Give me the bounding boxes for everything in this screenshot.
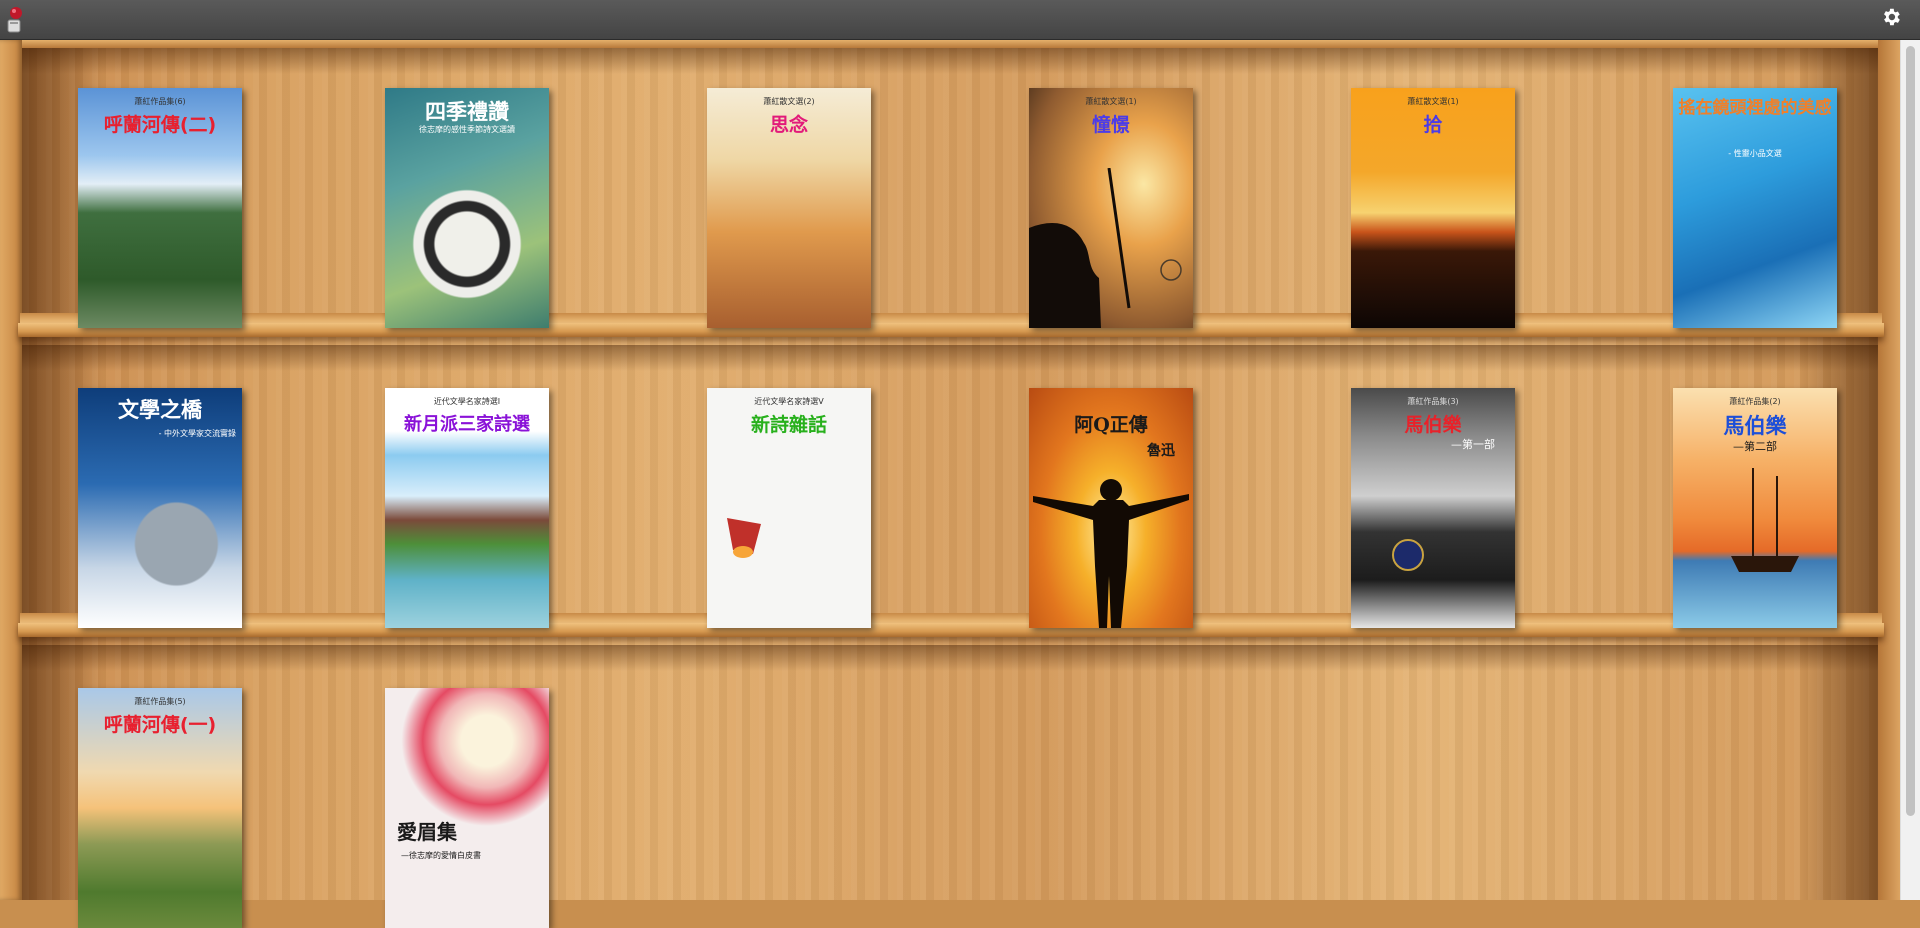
bookshelf — [0, 40, 1900, 900]
book-cover[interactable]: 文學之橋 - 中外文學家交流實錄 — [78, 388, 242, 628]
book-cover[interactable]: 蕭紅散文選(2) 思念 — [707, 88, 871, 328]
book-series: 近代文學名家詩選V — [754, 397, 824, 406]
book-subtitle: —徐志摩的愛情白皮書 — [401, 851, 481, 860]
app-logo-icon[interactable] — [4, 4, 26, 34]
silhouette-illustration — [1029, 168, 1182, 328]
book-title: 阿Q正傳 — [1074, 414, 1148, 436]
man-silhouette-illustration — [1033, 479, 1189, 628]
book-cover[interactable]: 四季禮讚 徐志摩的感性季節詩文選讀 — [385, 88, 549, 328]
shelf-plank — [18, 313, 1884, 337]
book-cover[interactable]: 近代文學名家詩選I 新月派三家詩選 — [385, 388, 549, 628]
book-cover[interactable]: 阿Q正傳 魯迅 — [1029, 388, 1193, 628]
book-subtitle: - 中外文學家交流實錄 — [158, 429, 236, 438]
book-cover[interactable]: 搖在鏡頭裡處的美感 - 性靈小品文選 — [1673, 88, 1837, 328]
book-title: 呼蘭河傳(一) — [103, 714, 217, 736]
book-title: 愛眉集 — [397, 820, 457, 844]
book-title: 新詩雜話 — [750, 414, 827, 436]
book-title: 馬伯樂 — [1404, 414, 1462, 436]
shelf-frame-left — [0, 40, 22, 900]
book-title: 四季禮讚 — [425, 100, 509, 124]
book-cover[interactable]: 近代文學名家詩選V 新詩雜話 — [707, 388, 871, 628]
book-subtitle: 徐志摩的感性季節詩文選讀 — [419, 125, 515, 134]
shelf-frame-right — [1878, 40, 1900, 900]
book-title: 新月派三家詩選 — [404, 414, 530, 435]
vertical-scrollbar[interactable] — [1900, 40, 1920, 900]
book-series: 蕭紅作品集(2) — [1729, 397, 1781, 406]
book-title: 拾 — [1423, 114, 1443, 136]
book-title: 憧憬 — [1091, 114, 1130, 136]
book-series: 蕭紅作品集(3) — [1407, 397, 1459, 406]
book-cover[interactable]: 蕭紅作品集(6) 呼蘭河傳(二) — [78, 88, 242, 328]
sailboat-illustration — [1731, 468, 1799, 572]
shelf-frame-top — [0, 40, 1900, 48]
book-cover[interactable]: 愛眉集 —徐志摩的愛情白皮書 — [385, 688, 549, 928]
train-headlight-illustration — [1392, 539, 1424, 571]
book-series: 蕭紅作品集(5) — [134, 697, 186, 706]
sky-lantern-illustration — [727, 518, 761, 558]
book-title: 馬伯樂 — [1723, 414, 1787, 438]
book-subtitle: - 性靈小品文選 — [1728, 149, 1782, 158]
book-title: 搖在鏡頭裡處的美感 — [1678, 98, 1832, 118]
book-title: 呼蘭河傳(二) — [103, 114, 217, 136]
top-toolbar — [0, 0, 1920, 40]
gear-icon[interactable] — [1880, 6, 1902, 28]
book-subtitle: —第二部 — [1733, 440, 1777, 453]
shelf-plank — [18, 613, 1884, 637]
book-series: 蕭紅散文選(2) — [763, 97, 815, 106]
scrollbar-thumb[interactable] — [1906, 46, 1915, 816]
book-series: 蕭紅作品集(6) — [134, 97, 186, 106]
book-series: 蕭紅散文選(1) — [1407, 97, 1459, 106]
book-title: 文學之橋 — [118, 398, 202, 422]
book-title: 思念 — [769, 114, 808, 136]
book-series: 近代文學名家詩選I — [433, 397, 501, 406]
book-cover[interactable]: 蕭紅作品集(5) 呼蘭河傳(一) — [78, 688, 242, 928]
book-subtitle: —第一部 — [1451, 438, 1495, 451]
book-cover[interactable]: 蕭紅散文選(1) 拾 — [1351, 88, 1515, 328]
book-cover[interactable]: 蕭紅作品集(2) 馬伯樂 —第二部 — [1673, 388, 1837, 628]
book-cover[interactable]: 蕭紅散文選(1) 憧憬 — [1029, 88, 1193, 328]
book-subtitle: 魯迅 — [1147, 443, 1175, 459]
book-cover[interactable]: 蕭紅作品集(3) 馬伯樂 —第一部 — [1351, 388, 1515, 628]
book-series: 蕭紅散文選(1) — [1085, 97, 1137, 106]
